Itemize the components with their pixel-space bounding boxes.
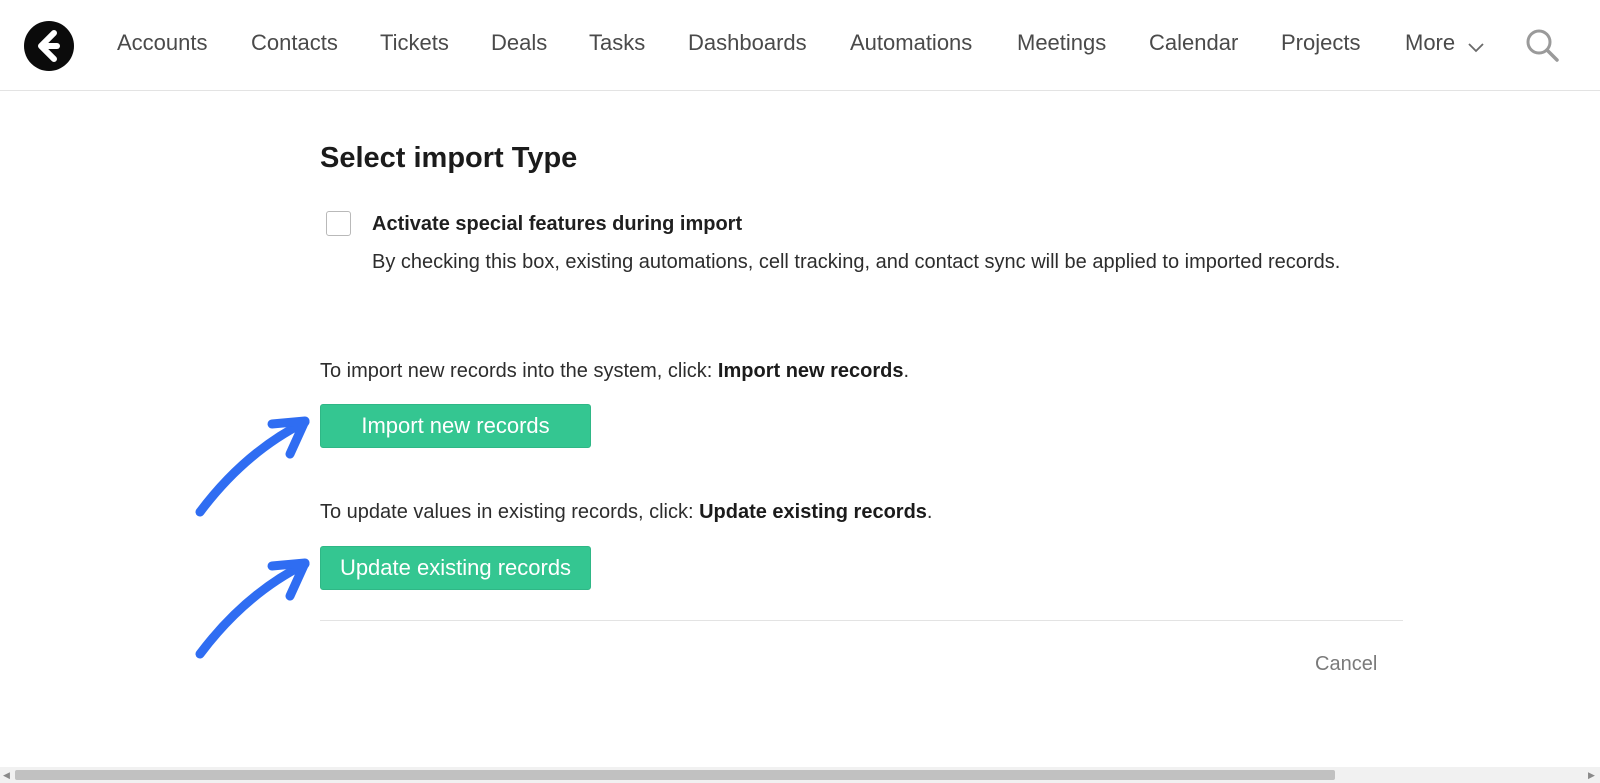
chevron-down-icon[interactable] [1468,40,1484,58]
import-new-instruction-suffix: . [903,360,910,382]
update-existing-instruction: To update values in existing records, cl… [320,501,932,524]
update-existing-instruction-text: To update values in existing records, cl… [320,501,700,523]
nav-item-accounts[interactable]: Accounts [117,30,208,56]
annotation-arrow-icon [195,558,310,659]
special-features-description: By checking this box, existing automatio… [372,251,1341,273]
import-new-instruction-text: To import new records into the system, c… [320,360,718,382]
annotation-arrow-icon [195,416,310,517]
horizontal-scrollbar[interactable]: ◀ ▶ [0,767,1600,783]
nav-item-more[interactable]: More [1405,30,1455,56]
scrollbar-thumb[interactable] [15,770,1335,780]
scroll-right-icon[interactable]: ▶ [1588,770,1595,781]
scroll-left-icon[interactable]: ◀ [3,770,10,781]
special-features-label: Activate special features during import [372,213,743,235]
update-existing-instruction-suffix: . [926,501,933,523]
nav-item-projects[interactable]: Projects [1281,30,1360,56]
update-existing-instruction-bold: Update existing records [699,501,927,523]
nav-item-automations[interactable]: Automations [850,30,972,56]
brand-logo-icon[interactable] [24,21,74,71]
nav-item-tickets[interactable]: Tickets [380,30,449,56]
search-icon[interactable] [1525,28,1561,69]
import-new-instruction-bold: Import new records [717,360,904,382]
nav-item-contacts[interactable]: Contacts [251,30,338,56]
special-features-checkbox[interactable] [326,211,351,236]
nav-item-calendar[interactable]: Calendar [1149,30,1238,56]
update-existing-records-button[interactable]: Update existing records [320,546,591,590]
nav-item-tasks[interactable]: Tasks [589,30,645,56]
nav-item-meetings[interactable]: Meetings [1017,30,1106,56]
nav-item-deals[interactable]: Deals [491,30,547,56]
nav-item-dashboards[interactable]: Dashboards [688,30,807,56]
divider [320,620,1403,621]
cancel-button[interactable]: Cancel [1315,653,1377,676]
import-new-instruction: To import new records into the system, c… [320,360,909,383]
top-navigation-bar: Accounts Contacts Tickets Deals Tasks Da… [0,0,1600,91]
import-new-records-button[interactable]: Import new records [320,404,591,448]
page-title: Select import Type [320,142,578,174]
